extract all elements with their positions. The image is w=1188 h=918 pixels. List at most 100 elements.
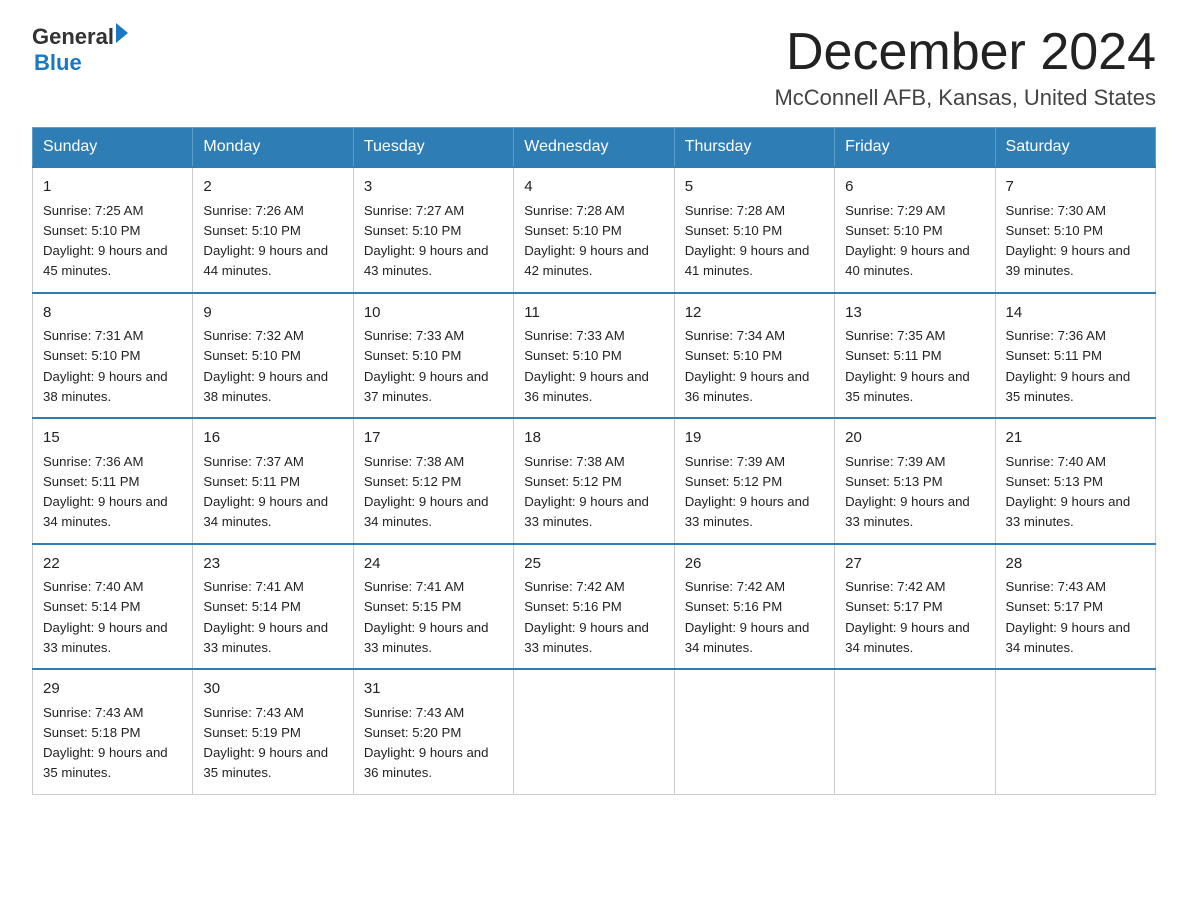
day-info: Sunrise: 7:43 AMSunset: 5:18 PMDaylight:… (43, 705, 168, 781)
table-row: 25Sunrise: 7:42 AMSunset: 5:16 PMDayligh… (514, 544, 674, 670)
table-row: 21 Sunrise: 7:40 AMSunset: 5:13 PMDayligh… (995, 418, 1155, 544)
day-info: Sunrise: 7:41 AMSunset: 5:14 PMDaylight:… (203, 579, 328, 655)
day-info: Sunrise: 7:42 AMSunset: 5:16 PMDaylight:… (685, 579, 810, 655)
logo-general-text: General (32, 24, 114, 50)
logo-blue-text: Blue (34, 50, 128, 76)
table-row: 23 Sunrise: 7:41 AMSunset: 5:14 PMDayligh… (193, 544, 353, 670)
day-info: Sunrise: 7:28 AMSunset: 5:10 PMDaylight:… (524, 203, 649, 279)
table-row (514, 669, 674, 794)
table-row: 4 Sunrise: 7:28 AMSunset: 5:10 PMDaylight… (514, 167, 674, 293)
table-row: 16 Sunrise: 7:37 AMSunset: 5:11 PMDayligh… (193, 418, 353, 544)
day-info: Sunrise: 7:32 AMSunset: 5:10 PMDaylight:… (203, 328, 328, 404)
calendar-table: Sunday Monday Tuesday Wednesday Thursday… (32, 127, 1156, 795)
table-row: 20Sunrise: 7:39 AMSunset: 5:13 PMDayligh… (835, 418, 995, 544)
day-info: Sunrise: 7:41 AMSunset: 5:15 PMDaylight:… (364, 579, 489, 655)
table-row: 10Sunrise: 7:33 AMSunset: 5:10 PMDayligh… (353, 293, 513, 419)
table-row: 17 Sunrise: 7:38 AMSunset: 5:12 PMDayligh… (353, 418, 513, 544)
day-number: 13 (845, 302, 984, 325)
day-info: Sunrise: 7:42 AMSunset: 5:16 PMDaylight:… (524, 579, 649, 655)
table-row: 30Sunrise: 7:43 AMSunset: 5:19 PMDayligh… (193, 669, 353, 794)
day-info: Sunrise: 7:40 AMSunset: 5:13 PMDaylight:… (1006, 454, 1131, 530)
table-row: 1 Sunrise: 7:25 AMSunset: 5:10 PMDaylight… (33, 167, 193, 293)
day-number: 30 (203, 678, 342, 701)
day-number: 21 (1006, 427, 1145, 450)
day-number: 9 (203, 302, 342, 325)
day-number: 4 (524, 176, 663, 199)
day-info: Sunrise: 7:35 AMSunset: 5:11 PMDaylight:… (845, 328, 970, 404)
header-wednesday: Wednesday (514, 128, 674, 168)
day-number: 19 (685, 427, 824, 450)
day-info: Sunrise: 7:29 AMSunset: 5:10 PMDaylight:… (845, 203, 970, 279)
day-number: 22 (43, 553, 182, 576)
table-row: 27 Sunrise: 7:42 AMSunset: 5:17 PMDayligh… (835, 544, 995, 670)
day-number: 2 (203, 176, 342, 199)
day-number: 28 (1006, 553, 1145, 576)
table-row: 14Sunrise: 7:36 AMSunset: 5:11 PMDayligh… (995, 293, 1155, 419)
day-number: 27 (845, 553, 984, 576)
table-row (995, 669, 1155, 794)
logo-arrow-icon (116, 23, 128, 43)
day-info: Sunrise: 7:31 AMSunset: 5:10 PMDaylight:… (43, 328, 168, 404)
calendar-subtitle: McConnell AFB, Kansas, United States (774, 85, 1156, 111)
table-row: 11 Sunrise: 7:33 AMSunset: 5:10 PMDayligh… (514, 293, 674, 419)
day-number: 23 (203, 553, 342, 576)
day-info: Sunrise: 7:36 AMSunset: 5:11 PMDaylight:… (43, 454, 168, 530)
day-info: Sunrise: 7:38 AMSunset: 5:12 PMDaylight:… (524, 454, 649, 530)
table-row: 28 Sunrise: 7:43 AMSunset: 5:17 PMDayligh… (995, 544, 1155, 670)
page-header: General Blue December 2024 McConnell AFB… (32, 24, 1156, 111)
table-row: 5 Sunrise: 7:28 AMSunset: 5:10 PMDaylight… (674, 167, 834, 293)
table-row: 22 Sunrise: 7:40 AMSunset: 5:14 PMDayligh… (33, 544, 193, 670)
day-number: 1 (43, 176, 182, 199)
day-number: 14 (1006, 302, 1145, 325)
table-row: 26 Sunrise: 7:42 AMSunset: 5:16 PMDayligh… (674, 544, 834, 670)
day-info: Sunrise: 7:30 AMSunset: 5:10 PMDaylight:… (1006, 203, 1131, 279)
day-info: Sunrise: 7:26 AMSunset: 5:10 PMDaylight:… (203, 203, 328, 279)
day-info: Sunrise: 7:33 AMSunset: 5:10 PMDaylight:… (524, 328, 649, 404)
calendar-title-block: December 2024 McConnell AFB, Kansas, Uni… (774, 24, 1156, 111)
day-info: Sunrise: 7:39 AMSunset: 5:12 PMDaylight:… (685, 454, 810, 530)
table-row: 31Sunrise: 7:43 AMSunset: 5:20 PMDayligh… (353, 669, 513, 794)
table-row: 19 Sunrise: 7:39 AMSunset: 5:12 PMDayligh… (674, 418, 834, 544)
day-number: 29 (43, 678, 182, 701)
calendar-week-row: 1 Sunrise: 7:25 AMSunset: 5:10 PMDaylight… (33, 167, 1156, 293)
header-saturday: Saturday (995, 128, 1155, 168)
day-info: Sunrise: 7:37 AMSunset: 5:11 PMDaylight:… (203, 454, 328, 530)
day-number: 3 (364, 176, 503, 199)
header-thursday: Thursday (674, 128, 834, 168)
day-info: Sunrise: 7:43 AMSunset: 5:17 PMDaylight:… (1006, 579, 1131, 655)
day-number: 8 (43, 302, 182, 325)
table-row: 24 Sunrise: 7:41 AMSunset: 5:15 PMDayligh… (353, 544, 513, 670)
header-sunday: Sunday (33, 128, 193, 168)
table-row (674, 669, 834, 794)
day-number: 10 (364, 302, 503, 325)
header-friday: Friday (835, 128, 995, 168)
logo: General Blue (32, 24, 128, 76)
day-number: 31 (364, 678, 503, 701)
day-number: 11 (524, 302, 663, 325)
table-row: 15 Sunrise: 7:36 AMSunset: 5:11 PMDayligh… (33, 418, 193, 544)
table-row: 2 Sunrise: 7:26 AMSunset: 5:10 PMDaylight… (193, 167, 353, 293)
calendar-week-row: 15 Sunrise: 7:36 AMSunset: 5:11 PMDayligh… (33, 418, 1156, 544)
day-info: Sunrise: 7:38 AMSunset: 5:12 PMDaylight:… (364, 454, 489, 530)
day-info: Sunrise: 7:25 AMSunset: 5:10 PMDaylight:… (43, 203, 168, 279)
day-number: 17 (364, 427, 503, 450)
day-info: Sunrise: 7:40 AMSunset: 5:14 PMDaylight:… (43, 579, 168, 655)
header-tuesday: Tuesday (353, 128, 513, 168)
table-row: 3Sunrise: 7:27 AMSunset: 5:10 PMDaylight… (353, 167, 513, 293)
day-number: 24 (364, 553, 503, 576)
day-number: 26 (685, 553, 824, 576)
day-number: 7 (1006, 176, 1145, 199)
table-row: 7 Sunrise: 7:30 AMSunset: 5:10 PMDaylight… (995, 167, 1155, 293)
day-info: Sunrise: 7:34 AMSunset: 5:10 PMDaylight:… (685, 328, 810, 404)
day-info: Sunrise: 7:28 AMSunset: 5:10 PMDaylight:… (685, 203, 810, 279)
day-number: 16 (203, 427, 342, 450)
day-number: 15 (43, 427, 182, 450)
table-row: 13 Sunrise: 7:35 AMSunset: 5:11 PMDayligh… (835, 293, 995, 419)
day-info: Sunrise: 7:42 AMSunset: 5:17 PMDaylight:… (845, 579, 970, 655)
day-number: 20 (845, 427, 984, 450)
calendar-header-row: Sunday Monday Tuesday Wednesday Thursday… (33, 128, 1156, 168)
day-number: 5 (685, 176, 824, 199)
table-row: 8 Sunrise: 7:31 AMSunset: 5:10 PMDaylight… (33, 293, 193, 419)
calendar-week-row: 8 Sunrise: 7:31 AMSunset: 5:10 PMDaylight… (33, 293, 1156, 419)
table-row (835, 669, 995, 794)
